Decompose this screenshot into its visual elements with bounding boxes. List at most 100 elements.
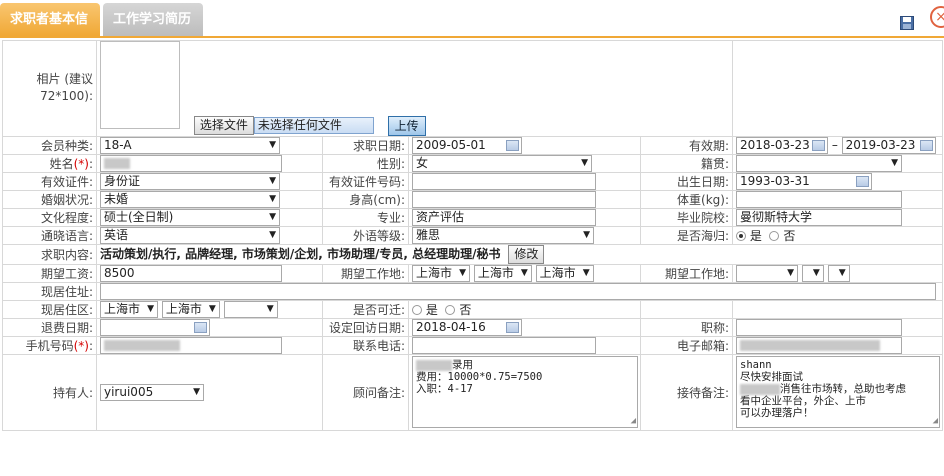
- choose-file-button[interactable]: 选择文件: [193, 116, 254, 135]
- id-number-input[interactable]: [412, 173, 596, 189]
- tab-work-history[interactable]: 工作学习简历: [103, 3, 203, 36]
- modify-button[interactable]: 修改: [508, 245, 545, 263]
- relocate-yes-radio[interactable]: [412, 305, 422, 315]
- photo-empty-cell: [732, 40, 943, 137]
- id-type-value: 身份证: [104, 173, 141, 188]
- no-file-text: 未选择任何文件: [253, 117, 374, 134]
- expected-salary-input[interactable]: 8500: [100, 265, 282, 281]
- chevron-down-icon: ▼: [147, 303, 154, 314]
- current-address-input[interactable]: [100, 283, 936, 299]
- expected-location-2-city-select[interactable]: ▼: [801, 265, 824, 281]
- height-label: 身高(cm):: [322, 189, 409, 209]
- holder-select[interactable]: yirui005 ▼: [100, 383, 204, 401]
- id-type-label: 有效证件:: [2, 171, 97, 191]
- marital-value: 未婚: [104, 191, 129, 206]
- tab-bar: 求职者基本信息 工作学习简历 ×: [0, 0, 944, 60]
- reception-note-line2: 尽快安排面试: [740, 371, 803, 383]
- height-input[interactable]: [412, 191, 596, 207]
- consultant-note-textarea[interactable]: 录用 费用：10000*0.75=7500 入职：4-17 ◢: [412, 356, 638, 428]
- current-city-select[interactable]: 上海市 ▼: [161, 301, 220, 317]
- expected-district-select[interactable]: 上海市 ▼: [535, 265, 594, 281]
- refund-date-label: 退费日期:: [2, 317, 97, 337]
- language-label: 通晓语言:: [2, 225, 97, 245]
- valid-from-input[interactable]: 2018-03-23: [736, 137, 828, 153]
- required-mark: (*): [73, 338, 89, 353]
- chevron-down-icon: ▼: [891, 157, 898, 168]
- valid-to-value: 2019-03-23: [845, 137, 916, 152]
- name-label-text: 姓名: [49, 156, 74, 171]
- resize-grip-icon[interactable]: ◢: [631, 417, 636, 426]
- mobile-input[interactable]: [100, 337, 282, 353]
- calendar-icon[interactable]: [812, 139, 825, 151]
- chevron-down-icon: ▼: [266, 303, 274, 314]
- language-select[interactable]: 英语 ▼: [100, 227, 280, 243]
- upload-button[interactable]: 上传: [387, 115, 426, 136]
- job-content-label: 求职内容:: [2, 243, 97, 265]
- reception-note-textarea[interactable]: shann 尽快安排面试 消售往市场转，总助也考虑 看中企业平台，外企、上市 可…: [736, 356, 940, 428]
- reception-note-rest: 看中企业平台，外企、上市 可以办理落户！: [740, 395, 866, 419]
- empty-cell: [732, 299, 943, 319]
- current-city-value: 上海市: [165, 301, 202, 316]
- calendar-icon[interactable]: [194, 321, 207, 333]
- apply-date-input[interactable]: 2009-05-01: [412, 137, 522, 153]
- consultant-note-line1: 录用: [452, 359, 473, 371]
- current-district-select[interactable]: ▼: [223, 301, 278, 317]
- contact-phone-input[interactable]: [412, 337, 596, 353]
- relocate-no-radio[interactable]: [445, 305, 456, 315]
- redacted-text: [416, 359, 452, 371]
- chevron-down-icon: ▼: [269, 229, 276, 240]
- education-select[interactable]: 硕士(全日制) ▼: [100, 209, 280, 225]
- expected-city-select[interactable]: 上海市 ▼: [473, 265, 532, 281]
- title-input[interactable]: [736, 319, 902, 335]
- valid-to-input[interactable]: 2019-03-23: [841, 137, 936, 153]
- weight-input[interactable]: [736, 191, 902, 207]
- chevron-down-icon: ▼: [269, 211, 276, 222]
- overseas-yes-label: 是: [749, 228, 762, 243]
- current-province-select[interactable]: 上海市 ▼: [100, 301, 158, 317]
- overseas-yes-radio[interactable]: [736, 231, 746, 241]
- major-input[interactable]: 资产评估: [412, 209, 596, 225]
- name-label: 姓名(*):: [2, 153, 97, 173]
- revisit-date-input[interactable]: 2018-04-16: [412, 319, 522, 335]
- marital-label: 婚姻状况:: [2, 189, 97, 209]
- expected-location-2-district-select[interactable]: ▼: [827, 265, 850, 281]
- reception-note-label: 接待备注:: [640, 353, 733, 431]
- title-label: 职称:: [640, 317, 733, 337]
- reception-note-line1: shann: [740, 359, 772, 371]
- calendar-icon[interactable]: [506, 321, 519, 333]
- chevron-down-icon: ▼: [269, 175, 276, 186]
- photo-cell: 选择文件 未选择任何文件 上传: [96, 40, 733, 137]
- chevron-down-icon: ▼: [459, 267, 466, 278]
- overseas-no-radio[interactable]: [769, 231, 780, 241]
- apply-date-label: 求职日期:: [322, 135, 409, 155]
- birth-date-input[interactable]: 1993-03-31: [736, 173, 872, 189]
- save-icon[interactable]: [900, 16, 914, 30]
- mobile-label-colon: :: [88, 338, 93, 353]
- tab-basic-info[interactable]: 求职者基本信息: [0, 3, 100, 60]
- gender-select[interactable]: 女 ▼: [412, 155, 592, 171]
- calendar-icon[interactable]: [856, 175, 869, 187]
- id-type-select[interactable]: 身份证 ▼: [100, 173, 280, 189]
- weight-label: 体重(kg):: [640, 189, 733, 209]
- expected-province-select[interactable]: 上海市 ▼: [412, 265, 470, 281]
- native-place-select[interactable]: ▼: [736, 155, 902, 171]
- valid-from-value: 2018-03-23: [740, 137, 810, 152]
- chevron-down-icon: ▼: [838, 267, 846, 278]
- calendar-icon[interactable]: [506, 139, 519, 151]
- refund-date-input[interactable]: [100, 319, 210, 335]
- major-label: 专业:: [322, 207, 409, 227]
- name-input[interactable]: [100, 155, 282, 171]
- redacted-text: [740, 383, 780, 395]
- resize-grip-icon[interactable]: ◢: [933, 417, 938, 426]
- expected-location-2-province-select[interactable]: ▼: [736, 265, 798, 281]
- member-type-select[interactable]: 18-A ▼: [100, 137, 280, 153]
- language-level-select[interactable]: 雅思 ▼: [412, 227, 594, 243]
- close-icon[interactable]: ×: [930, 6, 944, 28]
- email-label: 电子邮箱:: [640, 335, 733, 355]
- holder-value: yirui005: [104, 384, 154, 399]
- job-seeker-form: 相片 (建议72*100): 选择文件 未选择任何文件 上传 会员种类: 18-A…: [2, 40, 943, 431]
- calendar-icon[interactable]: [919, 139, 933, 151]
- email-input[interactable]: [736, 337, 902, 353]
- school-input[interactable]: 曼彻斯特大学: [736, 209, 902, 225]
- marital-select[interactable]: 未婚 ▼: [100, 191, 280, 207]
